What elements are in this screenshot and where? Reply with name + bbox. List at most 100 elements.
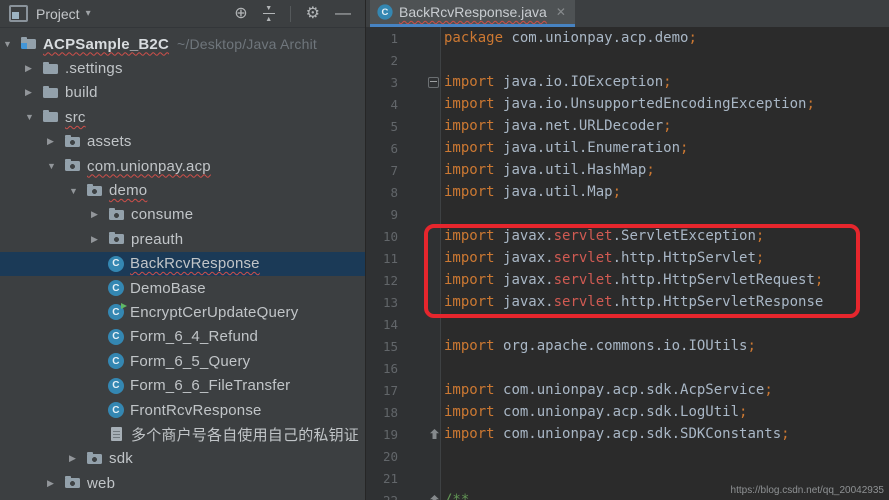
class-icon: C: [108, 378, 124, 394]
tree-item-sdk[interactable]: ▶ sdk: [0, 447, 365, 471]
locate-file-icon[interactable]: ⊕: [234, 6, 247, 22]
tree-item-encryptcerupdatequery[interactable]: C EncryptCerUpdateQuery: [0, 300, 365, 324]
code-editor[interactable]: 1 package com.unionpay.acp.demo; 2 3 imp…: [366, 27, 889, 500]
line-number: 13: [366, 295, 402, 310]
tree-item--[interactable]: 多个商户号各自使用自己的私钥证: [0, 422, 365, 446]
class-icon: C: [108, 329, 124, 345]
tree-item-partial[interactable]: [0, 495, 365, 500]
tree-item-label: assets: [87, 133, 132, 150]
tree-item-backrcvresponse[interactable]: C BackRcvResponse: [0, 252, 365, 276]
code-line: 11 import javax.servlet.http.HttpServlet…: [366, 247, 889, 269]
tree-item-label: preauth: [131, 231, 183, 248]
tab-backrcvresponse-java[interactable]: C BackRcvResponse.java ✕: [370, 0, 575, 27]
expand-arrow-icon[interactable]: ▶: [91, 209, 108, 220]
tree-item-label: DemoBase: [130, 280, 206, 297]
tab-label: BackRcvResponse.java: [399, 4, 547, 20]
project-panel-title[interactable]: Project: [36, 6, 80, 22]
code-line: 9: [366, 203, 889, 225]
tree-item-web[interactable]: ▶ web: [0, 471, 365, 495]
project-tree: ▼ ACPSample_B2C ~/Desktop/Java Archit ▶ …: [0, 28, 365, 500]
tree-item-form-6-6-filetransfer[interactable]: C Form_6_6_FileTransfer: [0, 373, 365, 397]
code-text: import java.util.HashMap;: [444, 162, 655, 178]
class-icon: C: [377, 4, 392, 19]
line-number: 6: [366, 141, 402, 156]
expand-arrow-icon[interactable]: ▼: [25, 112, 42, 122]
tree-item-label: FrontRcvResponse: [130, 402, 262, 419]
expand-arrow-icon[interactable]: ▶: [25, 63, 42, 74]
code-text: import java.io.UnsupportedEncodingExcept…: [444, 96, 815, 112]
expand-arrow-icon[interactable]: ▼: [69, 186, 86, 196]
line-number: 9: [366, 207, 402, 222]
code-text: /**: [444, 492, 469, 500]
package-icon: [64, 158, 81, 174]
toolbar-separator: [290, 6, 291, 22]
tree-item-label: EncryptCerUpdateQuery: [130, 304, 298, 321]
tree-item-form-6-4-refund[interactable]: C Form_6_4_Refund: [0, 325, 365, 349]
package-icon: [64, 134, 81, 150]
expand-arrow-icon[interactable]: ▶: [47, 136, 64, 147]
code-text: import java.net.URLDecoder;: [444, 118, 672, 134]
expand-arrow-icon[interactable]: ▶: [91, 234, 108, 245]
tree-item-label: .settings: [65, 60, 123, 77]
expand-arrow-icon[interactable]: ▶: [47, 478, 64, 489]
package-icon: [86, 451, 103, 467]
line-number: 21: [366, 471, 402, 486]
tree-item-consume[interactable]: ▶ consume: [0, 203, 365, 227]
line-number: 19: [366, 427, 402, 442]
fold-column: [402, 77, 444, 88]
tree-item-acpsample-b2c[interactable]: ▼ ACPSample_B2C ~/Desktop/Java Archit: [0, 32, 365, 56]
expand-arrow-icon[interactable]: ▶: [25, 87, 42, 98]
tree-item--settings[interactable]: ▶ .settings: [0, 56, 365, 80]
fold-marker-icon[interactable]: [430, 495, 439, 500]
project-toolbar-actions: ⊕ ▼ ▲ ⚙ —: [234, 5, 365, 23]
code-line: 6 import java.util.Enumeration;: [366, 137, 889, 159]
code-text: import com.unionpay.acp.sdk.LogUtil;: [444, 404, 747, 420]
tree-item-demobase[interactable]: C DemoBase: [0, 276, 365, 300]
collapse-all-icon[interactable]: ▼ ▲: [263, 5, 275, 23]
fold-marker-icon[interactable]: [430, 429, 439, 439]
line-number: 10: [366, 229, 402, 244]
tree-item-label: consume: [131, 206, 193, 223]
package-icon: [64, 475, 81, 491]
code-text: import javax.servlet.http.HttpServlet;: [444, 250, 764, 266]
gear-icon[interactable]: ⚙: [306, 6, 320, 22]
chevron-down-icon[interactable]: ▾: [86, 8, 91, 19]
expand-arrow-icon[interactable]: ▼: [47, 161, 64, 171]
line-number: 4: [366, 97, 402, 112]
tree-item-frontrcvresponse[interactable]: C FrontRcvResponse: [0, 398, 365, 422]
code-line: 10 import javax.servlet.ServletException…: [366, 225, 889, 247]
tree-item-label: com.unionpay.acp: [87, 158, 211, 175]
tree-item-label: Form_6_5_Query: [130, 353, 250, 370]
hide-panel-icon[interactable]: —: [335, 6, 351, 22]
fold-marker-icon[interactable]: [428, 77, 439, 88]
close-icon[interactable]: ✕: [556, 5, 566, 19]
code-text: import java.io.IOException;: [444, 74, 672, 90]
folder-icon: [42, 109, 59, 125]
line-number: 15: [366, 339, 402, 354]
tree-item-preauth[interactable]: ▶ preauth: [0, 227, 365, 251]
code-text: import org.apache.commons.io.IOUtils;: [444, 338, 756, 354]
line-number: 7: [366, 163, 402, 178]
fold-column: [402, 495, 444, 500]
tree-item-build[interactable]: ▶ build: [0, 81, 365, 105]
line-number: 14: [366, 317, 402, 332]
fold-column: [402, 429, 444, 439]
class-run-icon: C: [108, 304, 124, 320]
class-icon: C: [108, 402, 124, 418]
tree-item-label: demo: [109, 182, 147, 199]
line-number: 22: [366, 493, 402, 500]
tree-item-label: build: [65, 84, 98, 101]
code-line: 15 import org.apache.commons.io.IOUtils;: [366, 335, 889, 357]
expand-arrow-icon[interactable]: ▶: [69, 453, 86, 464]
code-line: 2: [366, 49, 889, 71]
tree-item-path: ~/Desktop/Java Archit: [177, 36, 317, 52]
class-icon: C: [108, 353, 124, 369]
tree-item-com-unionpay-acp[interactable]: ▼ com.unionpay.acp: [0, 154, 365, 178]
line-number: 8: [366, 185, 402, 200]
tree-item-demo[interactable]: ▼ demo: [0, 178, 365, 202]
tree-item-form-6-5-query[interactable]: C Form_6_5_Query: [0, 349, 365, 373]
line-number: 1: [366, 31, 402, 46]
tree-item-assets[interactable]: ▶ assets: [0, 130, 365, 154]
tree-item-src[interactable]: ▼ src: [0, 105, 365, 129]
expand-arrow-icon[interactable]: ▼: [3, 39, 20, 49]
